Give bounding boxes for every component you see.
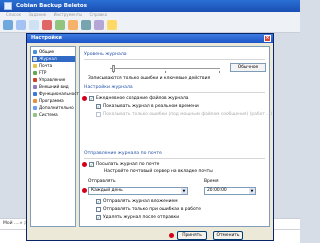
properties-icon[interactable]	[81, 20, 91, 30]
divider	[84, 59, 265, 60]
settings-nav: Общие Журнал Почта FTP Управление Внешни…	[30, 46, 81, 227]
required-marker-icon	[82, 162, 87, 167]
main-title-bar: Cobian Backup Beletos	[0, 0, 300, 12]
mail-server-hint: Настройте почтовый сервер на вкладке поч…	[104, 169, 213, 174]
delete-icon[interactable]	[42, 20, 52, 30]
realtime-log-label: Показывать журнал в реальном времени	[103, 104, 199, 109]
system-icon	[33, 113, 37, 117]
slider-tick	[113, 71, 114, 73]
log-level-value: Обычное	[230, 63, 266, 72]
slider-tick	[219, 71, 220, 73]
nav-item-advanced[interactable]: Дополнительно	[32, 105, 75, 111]
log-level-slider-track	[110, 68, 220, 69]
required-marker-icon	[82, 188, 87, 193]
apply-button[interactable]: Принять	[177, 231, 207, 240]
settings-icon[interactable]	[29, 20, 39, 30]
send-on-errors-label: Отправлять только при ошибках в работе	[103, 207, 201, 212]
log-icon[interactable]	[107, 20, 117, 30]
attach-log-label: Отправлять журнал вложением	[103, 199, 178, 204]
run-icon[interactable]	[55, 20, 65, 30]
ftp-icon	[33, 71, 37, 75]
divider	[84, 92, 265, 93]
nav-item-general[interactable]: Общие	[32, 49, 75, 55]
nav-item-system[interactable]: Система	[32, 112, 75, 118]
new-task-icon[interactable]	[3, 20, 13, 30]
settings-dialog: Настройки × Общие Журнал Почта FTP Управ…	[26, 33, 274, 241]
app-title: Cobian Backup Beletos	[16, 3, 87, 9]
log-level-description: Записываются только ошибки и ключевые де…	[88, 76, 211, 81]
general-icon	[33, 50, 37, 54]
nav-item-program[interactable]: Программа	[32, 98, 75, 104]
menu-item-task[interactable]: Задание	[28, 12, 46, 17]
required-marker-icon	[169, 233, 174, 238]
send-frequency-select[interactable]: Каждый день ▼	[88, 187, 188, 195]
advanced-icon	[33, 106, 37, 110]
network-icon[interactable]	[94, 20, 104, 30]
daily-log-checkbox[interactable]: ✓	[89, 96, 94, 101]
section-log-level: Уровень журнала	[84, 52, 127, 57]
menu-item-list[interactable]: Список	[6, 12, 21, 17]
dialog-title-bar: Настройки ×	[27, 34, 273, 43]
attach-log-checkbox[interactable]: ✓	[96, 199, 101, 204]
app-icon	[4, 2, 12, 10]
nav-item-appearance[interactable]: Внешний вид	[32, 84, 75, 90]
dialog-title: Настройки	[31, 35, 62, 41]
save-icon[interactable]	[16, 20, 26, 30]
slider-tick	[165, 71, 166, 73]
menu-item-help[interactable]: Справка	[89, 12, 107, 17]
nav-item-mail[interactable]: Почта	[32, 63, 75, 69]
required-marker-icon	[82, 96, 87, 101]
send-on-errors-checkbox[interactable]	[96, 207, 101, 212]
send-frequency-label: Отправлять	[88, 179, 116, 184]
management-icon	[33, 78, 37, 82]
program-icon	[33, 99, 37, 103]
send-log-mail-label: Посылать журнал по почте	[96, 162, 160, 167]
chevron-down-icon: ▼	[181, 188, 187, 194]
functionality-icon	[33, 92, 37, 96]
send-frequency-value: Каждый день	[91, 188, 123, 193]
nav-item-management[interactable]: Управление	[32, 77, 75, 83]
nav-item-ftp[interactable]: FTP	[32, 70, 75, 76]
nav-item-log[interactable]: Журнал	[32, 56, 75, 62]
stop-icon[interactable]	[68, 20, 78, 30]
errors-only-label: Показывать только ошибки (под мощным фай…	[103, 112, 273, 117]
appearance-icon	[33, 85, 37, 89]
main-toolbar	[0, 18, 300, 33]
log-icon	[33, 57, 37, 61]
realtime-log-checkbox[interactable]: ✓	[96, 104, 101, 109]
delete-after-send-label: Удалять журнал после отправки	[103, 215, 180, 220]
errors-only-checkbox	[96, 112, 101, 117]
section-log-settings: Настройки журнала	[84, 85, 133, 90]
close-icon[interactable]: ×	[264, 35, 271, 42]
divider	[84, 158, 265, 159]
send-time-value: 20:00:00	[207, 188, 227, 193]
chevron-down-icon: ▼	[249, 188, 255, 194]
menu-item-tools[interactable]: Инструменты	[54, 12, 83, 17]
section-mail-log: Отправление журнала по почте	[84, 151, 162, 156]
send-time-label: Время	[204, 179, 219, 184]
nav-item-functionality[interactable]: Функциональность	[32, 91, 81, 97]
cancel-button[interactable]: Отменить	[213, 231, 243, 240]
mail-icon	[33, 64, 37, 68]
daily-log-label: Ежедневное создание файлов журнала	[96, 96, 189, 101]
delete-after-send-checkbox[interactable]: ✓	[96, 215, 101, 220]
send-log-mail-checkbox[interactable]: ✓	[89, 162, 94, 167]
send-time-input[interactable]: 20:00:00 ▼	[204, 187, 256, 195]
settings-content: Уровень журнала Обычное Записываются тол…	[79, 46, 273, 227]
